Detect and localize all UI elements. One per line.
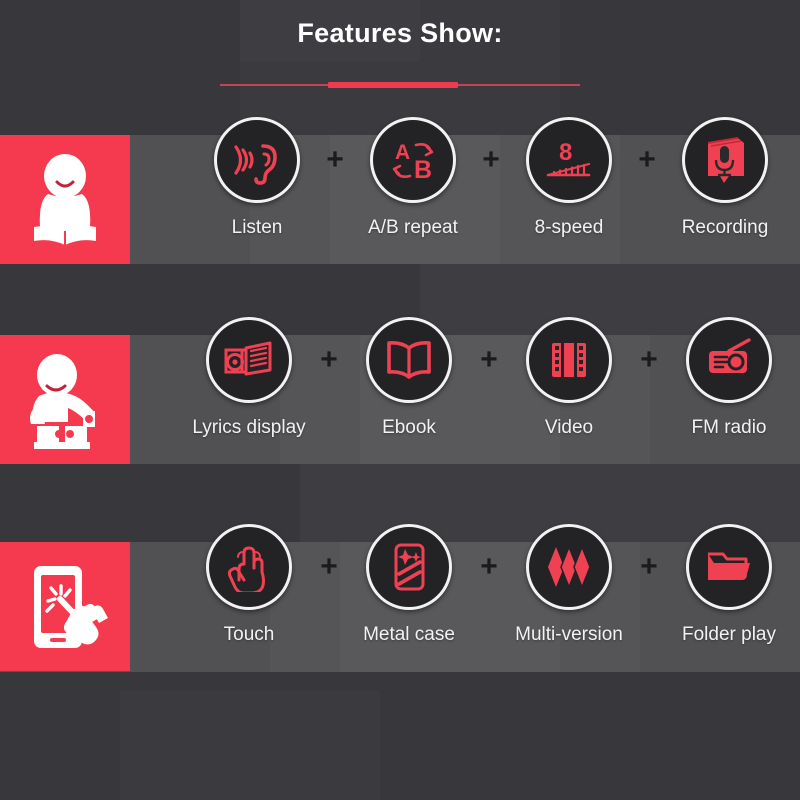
feature-folder-play[interactable]: Folder play [666, 524, 792, 646]
feature-listen[interactable]: Listen [196, 117, 318, 239]
metal-phone-case-icon [387, 540, 431, 594]
feature-label: Video [544, 417, 594, 438]
feature-ab-repeat[interactable]: A B A/B repeat [352, 117, 474, 239]
features-show-page: Features Show: Listen + A B A/B repeat +… [0, 0, 800, 800]
feature-icon-circle[interactable] [686, 524, 772, 610]
feature-icon-circle[interactable] [206, 317, 292, 403]
bg-texture [120, 690, 380, 800]
panel-icon-child-puzzle [0, 335, 130, 464]
feature-lyrics-display[interactable]: Lyrics display [186, 317, 312, 439]
feature-touch[interactable]: Touch [186, 524, 312, 646]
section-divider [220, 82, 580, 88]
feature-label: Metal case [363, 624, 455, 645]
feature-list-learning: Lyrics display + Ebook + Video + FM radi… [186, 317, 790, 487]
touch-hand-icon [225, 542, 273, 592]
plus-separator: + [326, 143, 344, 176]
ab-repeat-arrows-icon: A B [386, 134, 440, 186]
feature-label: Listen [231, 217, 283, 238]
feature-list-reading: Listen + A B A/B repeat + 8 8-speed + Re… [196, 117, 800, 287]
feature-icon-circle[interactable] [682, 117, 768, 203]
feature-icon-circle[interactable] [366, 317, 452, 403]
feature-video[interactable]: Video [506, 317, 632, 439]
feature-label: Folder play [682, 624, 776, 645]
panel-icon-person-reading-book [0, 135, 130, 264]
page-title: Features Show: [297, 18, 503, 48]
panel-icon-hand-touch-phone [0, 542, 130, 671]
svg-text:B: B [414, 156, 432, 184]
feature-row-reading: Listen + A B A/B repeat + 8 8-speed + Re… [0, 117, 800, 264]
feature-recording[interactable]: Recording [664, 117, 786, 239]
svg-text:A: A [395, 141, 410, 164]
open-book-icon [383, 337, 435, 383]
plus-separator: + [638, 143, 656, 176]
feature-8-speed[interactable]: 8 8-speed [508, 117, 630, 239]
feature-label: Lyrics display [192, 417, 306, 438]
feature-list-hardware: Touch + Metal case + Multi-version + Fol… [186, 524, 790, 694]
feature-fm-radio[interactable]: FM radio [666, 317, 792, 439]
feature-label: Touch [223, 624, 275, 645]
feature-label: Ebook [382, 417, 436, 438]
plus-separator: + [482, 143, 500, 176]
feature-row-learning: Lyrics display + Ebook + Video + FM radi… [0, 317, 800, 464]
plus-separator: + [640, 343, 658, 376]
radio-antenna-icon [703, 337, 755, 383]
plus-separator: + [480, 343, 498, 376]
feature-icon-circle[interactable] [686, 317, 772, 403]
feature-row-hardware: Touch + Metal case + Multi-version + Fol… [0, 524, 800, 672]
feature-label: Multi-version [515, 624, 623, 645]
divider-thick-line [328, 82, 458, 88]
feature-icon-circle[interactable] [366, 524, 452, 610]
plus-separator: + [320, 550, 338, 583]
plus-separator: + [640, 550, 658, 583]
feature-icon-circle[interactable]: 8 [526, 117, 612, 203]
feature-icon-circle[interactable] [526, 524, 612, 610]
feature-metal-case[interactable]: Metal case [346, 524, 472, 646]
feature-icon-circle[interactable] [526, 317, 612, 403]
feature-icon-circle[interactable]: A B [370, 117, 456, 203]
eight-speed-ruler-icon: 8 [542, 134, 596, 186]
feature-label: 8-speed [534, 217, 604, 238]
plus-separator: + [320, 343, 338, 376]
feature-label: FM radio [691, 417, 767, 438]
svg-text:8: 8 [559, 139, 572, 166]
feature-label: Recording [681, 217, 769, 238]
plus-separator: + [480, 550, 498, 583]
film-strip-icon [545, 336, 593, 384]
feature-ebook[interactable]: Ebook [346, 317, 472, 439]
open-folder-icon [703, 545, 755, 589]
feature-icon-circle[interactable] [206, 524, 292, 610]
feature-label: A/B repeat [368, 217, 458, 238]
lyrics-projector-icon [222, 336, 276, 384]
feature-multi-version[interactable]: Multi-version [506, 524, 632, 646]
book-microphone-icon [700, 134, 750, 186]
three-diamonds-icon [543, 545, 595, 589]
ear-sound-waves-icon [231, 134, 283, 186]
feature-icon-circle[interactable] [214, 117, 300, 203]
